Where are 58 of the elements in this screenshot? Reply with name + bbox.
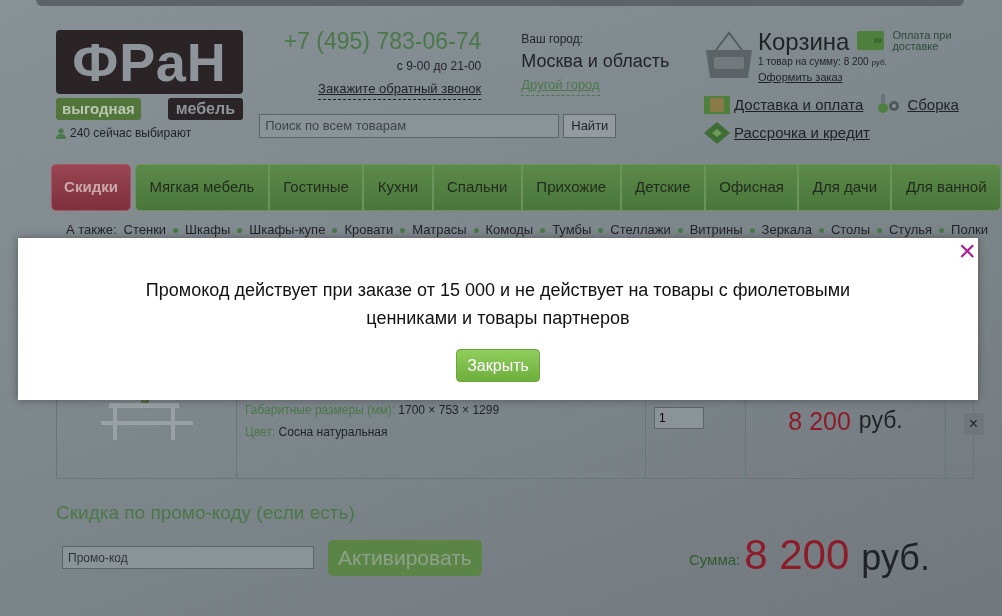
category-link[interactable]: Витрины: [689, 221, 743, 239]
city-label: Ваш город:: [521, 31, 584, 48]
search-button[interactable]: Найти: [563, 113, 617, 138]
info-link[interactable]: Рассрочка и кредит: [734, 122, 870, 145]
category-link[interactable]: Стенки: [123, 221, 167, 239]
category-link[interactable]: Стулья: [889, 221, 933, 239]
color-text: Цвет: Сосна натуральная: [245, 424, 389, 441]
item-price: 8 200: [788, 406, 851, 437]
category-link[interactable]: Столы: [830, 221, 870, 239]
category-tab[interactable]: Мягкая мебель: [135, 164, 269, 211]
money-icon: [704, 122, 730, 145]
remove-button[interactable]: ×: [963, 413, 984, 435]
category-link[interactable]: Шкафы-купе: [249, 221, 326, 239]
phone-number: +7 (495) 783-06-74: [283, 30, 482, 53]
category-link[interactable]: Шкафы: [185, 221, 231, 239]
total-value: 8 200: [744, 533, 850, 576]
modal-message: Промокод действует при заказе от 15 000 и не действует на товары с фиолетовыми ценниками и товары партнеров: [144, 279, 852, 330]
logo-tag: выгодная: [56, 98, 141, 120]
category-tab[interactable]: Детские: [620, 164, 705, 211]
price-currency: руб.: [858, 406, 903, 435]
category-link[interactable]: Стеллажи: [610, 221, 671, 239]
category-link[interactable]: Полки: [951, 221, 988, 239]
city-name: Москва и область: [521, 50, 670, 73]
logo-wordmark[interactable]: ФРаН: [56, 30, 243, 94]
person-icon: [56, 127, 66, 139]
category-link[interactable]: Матрасы: [412, 221, 467, 239]
info-link[interactable]: Доставка и оплата: [734, 93, 864, 116]
category-tab[interactable]: Спальни: [432, 164, 522, 211]
basket-icon: [704, 30, 754, 80]
category-tab[interactable]: Прихожие: [521, 164, 621, 211]
category-link[interactable]: Кровати: [344, 221, 394, 239]
category-link[interactable]: Зеркала: [761, 221, 812, 239]
category-tab[interactable]: Гостиные: [268, 164, 364, 211]
category-tab[interactable]: Для дачи: [798, 164, 892, 211]
wallet-icon: [857, 30, 885, 51]
category-link[interactable]: Комоды: [485, 221, 534, 239]
work-hours: с 9-00 до 21-00: [396, 58, 482, 75]
cart-summary: 1 товар на сумму: 8 200 руб.: [758, 55, 888, 69]
promo-field[interactable]: Промо-код: [62, 546, 314, 569]
category-tab[interactable]: Для ванной: [891, 164, 1001, 211]
search-field[interactable]: Поиск по всем товарам: [259, 113, 560, 138]
promo-title: Скидка по промо-коду (если есть): [56, 501, 356, 525]
callback-link[interactable]: Закажите обратный звонок: [318, 79, 482, 100]
info-link[interactable]: Сборка: [907, 93, 959, 116]
payment-note: Оплата при доставке: [892, 30, 953, 52]
category-link[interactable]: Тумбы: [552, 221, 592, 239]
category-tab[interactable]: Кухни: [363, 164, 433, 211]
logo-tag: мебель: [167, 98, 243, 120]
also-label: А также:: [66, 221, 117, 239]
online-count: 240 сейчас выбирают: [70, 125, 192, 142]
quantity-field[interactable]: 1: [654, 407, 704, 429]
total-currency: руб.: [861, 539, 930, 576]
dimensions-text: Габаритные размеры (мм): 1700 × 753 × 1299: [245, 402, 501, 419]
category-tab[interactable]: Офисная: [704, 164, 799, 211]
checkout-link[interactable]: Оформить заказ: [758, 69, 963, 86]
close-button[interactable]: Закрыть: [456, 349, 540, 382]
cart-title: Корзина: [758, 30, 850, 54]
total-label: Сумма:: [688, 550, 741, 570]
